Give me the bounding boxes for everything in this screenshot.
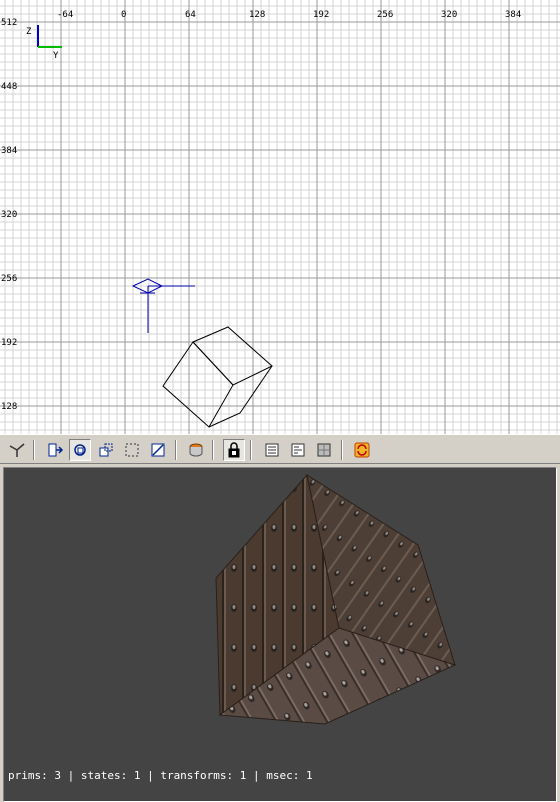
render-stats: prims: 3 | states: 1 | transforms: 1 | m… [8, 769, 313, 782]
x-tick-label: 320 [441, 10, 457, 20]
ortho-viewport[interactable]: -64 0 64 128 192 256 320 384 512 448 384 320 256 192… [0, 0, 560, 434]
y-tick-label: 320 [1, 210, 17, 220]
ortho-grid: -64 0 64 128 192 256 320 384 512 448 384 320 256 192… [0, 0, 560, 434]
x-tick-label: 128 [249, 10, 265, 20]
perspective-viewport[interactable]: prims: 3 | states: 1 | transforms: 1 | m… [3, 467, 557, 802]
scale-button[interactable] [95, 439, 117, 461]
x-tick-label: 256 [377, 10, 393, 20]
camera-gizmo[interactable] [131, 278, 195, 333]
inspector-icon [291, 443, 305, 457]
entity-list-button[interactable] [261, 439, 283, 461]
y-tick-label: 384 [1, 146, 17, 156]
x-tick-label: 192 [313, 10, 329, 20]
cylinder-button[interactable] [185, 439, 207, 461]
select-box-button[interactable] [121, 439, 143, 461]
cylinder-icon [189, 443, 203, 457]
x-tick-label: 0 [121, 10, 126, 20]
x-tick-label: 64 [185, 10, 196, 20]
camera-tool-icon [9, 443, 25, 457]
x-tick-label: 384 [505, 10, 521, 20]
resize-icon [151, 443, 165, 457]
refresh-button[interactable] [351, 439, 373, 461]
viewport-toolbar [0, 434, 560, 464]
lock-button[interactable] [223, 439, 245, 461]
y-tick-label: 256 [1, 274, 17, 284]
resize-button[interactable] [147, 439, 169, 461]
perspective-panel: prims: 3 | states: 1 | transforms: 1 | m… [0, 464, 560, 802]
texture-button[interactable] [313, 439, 335, 461]
y-tick-label: 512 [1, 18, 17, 28]
z-axis-label: Z [26, 27, 32, 37]
select-box-icon [125, 443, 139, 457]
inspector-button[interactable] [287, 439, 309, 461]
scale-icon [99, 443, 113, 457]
select-icon [48, 443, 64, 457]
rotate-button[interactable] [69, 439, 91, 461]
textured-cube[interactable] [4, 468, 556, 801]
entity-list-icon [265, 443, 279, 457]
refresh-icon [354, 442, 370, 458]
y-tick-label: 192 [1, 338, 17, 348]
y-tick-label: 448 [1, 82, 17, 92]
lock-icon [228, 442, 240, 458]
rotate-icon [74, 444, 86, 456]
x-tick-label: -64 [57, 10, 73, 20]
select-button[interactable] [44, 439, 66, 461]
camera-tool-button[interactable] [6, 439, 28, 461]
texture-icon [317, 443, 331, 457]
y-tick-label: 128 [1, 402, 17, 412]
y-axis-label: Y [53, 51, 59, 61]
